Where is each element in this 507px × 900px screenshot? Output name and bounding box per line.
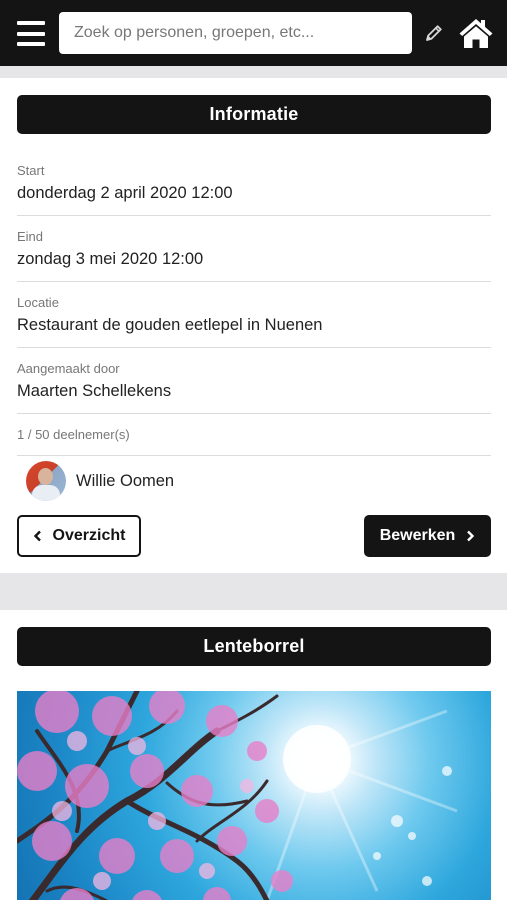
- end-field: Eind zondag 3 mei 2020 12:00: [17, 229, 491, 269]
- event-image[interactable]: [17, 691, 491, 900]
- hamburger-menu-icon[interactable]: [17, 21, 45, 46]
- info-title-bar: Informatie: [17, 95, 491, 134]
- chevron-left-icon: [33, 530, 41, 542]
- divider: [17, 215, 491, 216]
- home-icon[interactable]: [458, 17, 494, 49]
- divider: [17, 413, 491, 414]
- location-label: Locatie: [17, 295, 59, 310]
- info-title: Informatie: [209, 104, 299, 124]
- info-card: Informatie Start donderdag 2 april 2020 …: [0, 78, 507, 573]
- start-label: Start: [17, 163, 45, 178]
- divider: [17, 347, 491, 348]
- event-title-bar[interactable]: Lenteborrel: [17, 627, 491, 666]
- edit-button[interactable]: Bewerken: [364, 515, 491, 557]
- edit-label: Bewerken: [379, 527, 456, 544]
- divider: [17, 281, 491, 282]
- top-bar: [0, 0, 507, 66]
- participant-item[interactable]: Willie Oomen: [26, 461, 174, 501]
- end-label: Eind: [17, 229, 44, 244]
- blossom-tree-illustration: [17, 691, 458, 900]
- chevron-right-icon: [467, 530, 475, 542]
- pencil-icon[interactable]: [424, 23, 444, 43]
- start-field: Start donderdag 2 april 2020 12:00: [17, 163, 491, 203]
- divider: [17, 455, 491, 456]
- location-value: Restaurant de gouden eetlepel in Nuenen: [17, 316, 323, 334]
- creator-field: Aangemaakt door Maarten Schellekens: [17, 361, 491, 401]
- participant-name: Willie Oomen: [76, 471, 175, 490]
- end-value: zondag 3 mei 2020 12:00: [17, 250, 204, 268]
- avatar: [26, 461, 66, 501]
- creator-value: Maarten Schellekens: [17, 382, 172, 400]
- creator-label: Aangemaakt door: [17, 361, 120, 376]
- overview-label: Overzicht: [52, 527, 126, 544]
- event-card: Lenteborrel: [0, 610, 507, 900]
- participant-count: 1 / 50 deelnemer(s): [17, 427, 130, 442]
- overview-button[interactable]: Overzicht: [17, 515, 141, 557]
- location-field: Locatie Restaurant de gouden eetlepel in…: [17, 295, 491, 335]
- search-input[interactable]: [59, 12, 412, 54]
- start-value: donderdag 2 april 2020 12:00: [17, 184, 233, 202]
- event-title: Lenteborrel: [203, 636, 305, 656]
